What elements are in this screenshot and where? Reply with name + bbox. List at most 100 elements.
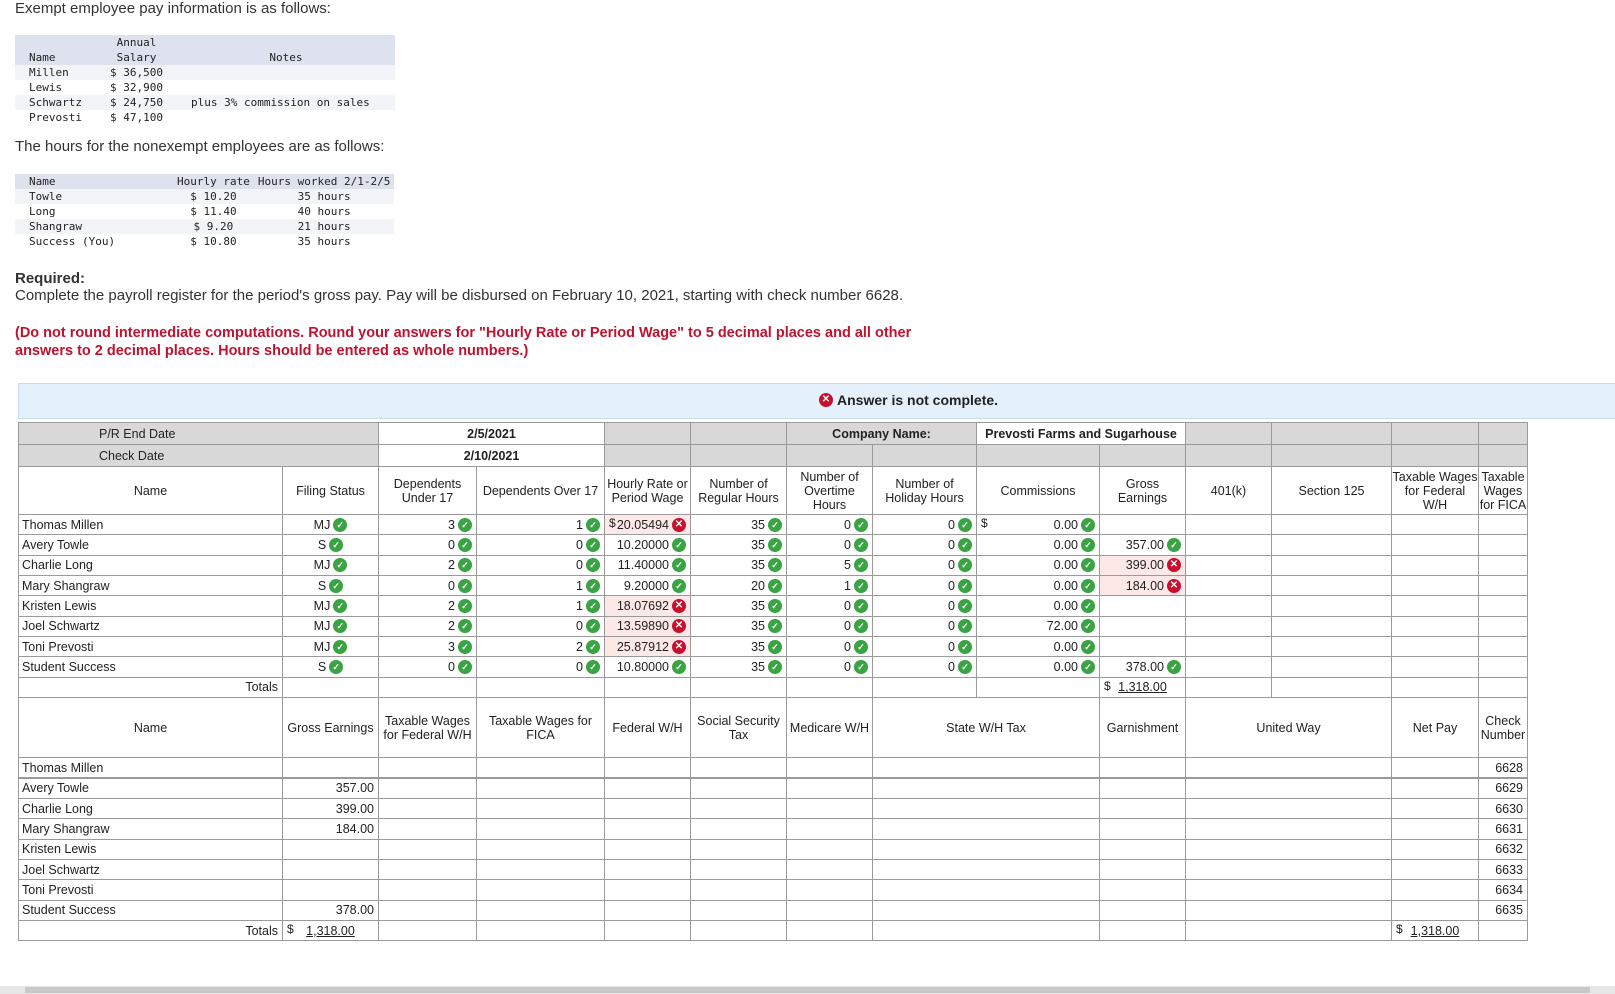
register-input[interactable] <box>1099 777 1186 799</box>
register-input[interactable] <box>690 838 787 860</box>
register-input[interactable] <box>1185 595 1272 617</box>
overtime-hours-input[interactable]: 0 ✓ <box>786 595 873 617</box>
register-input[interactable] <box>872 899 1100 921</box>
register-input[interactable] <box>604 777 691 799</box>
register-input[interactable] <box>872 818 1100 840</box>
register-input[interactable] <box>1478 595 1528 617</box>
dependents-under-17-input[interactable]: 3 ✓ <box>378 514 477 536</box>
holiday-hours-input[interactable]: 0 ✓ <box>872 636 977 658</box>
overtime-hours-input[interactable]: 0 ✓ <box>786 514 873 536</box>
register-input[interactable] <box>1391 757 1479 779</box>
register-input[interactable] <box>1478 534 1528 556</box>
register-input[interactable] <box>786 899 873 921</box>
register-input[interactable] <box>604 879 691 901</box>
register-input[interactable] <box>1478 554 1528 577</box>
register-input[interactable] <box>604 838 691 860</box>
regular-hours-input[interactable]: 35 ✓ <box>690 636 787 658</box>
register-input[interactable] <box>1099 858 1186 881</box>
register-input[interactable] <box>378 757 477 779</box>
commissions-input[interactable]: 0.00 ✓ <box>976 575 1100 597</box>
holiday-hours-input[interactable]: 0 ✓ <box>872 656 977 678</box>
check-date-value[interactable]: 2/10/2021 <box>378 444 605 467</box>
register-input[interactable] <box>690 777 787 799</box>
register-input[interactable] <box>1185 636 1272 658</box>
register-input[interactable] <box>1391 818 1479 840</box>
register-input[interactable] <box>1099 899 1186 921</box>
hourly-rate-input[interactable]: 11.40000 ✓ <box>604 554 691 577</box>
register-input[interactable] <box>378 777 477 799</box>
register-input[interactable] <box>476 797 605 820</box>
overtime-hours-input[interactable]: 0 ✓ <box>786 656 873 678</box>
gross-earnings-input[interactable]: 399.00 ✕ <box>1099 554 1186 577</box>
register-input[interactable] <box>604 757 691 779</box>
hourly-rate-input[interactable]: 25.87912 ✕ <box>604 636 691 658</box>
register-input[interactable] <box>1478 615 1528 638</box>
register-input[interactable] <box>1391 777 1479 799</box>
register-input[interactable] <box>1391 615 1479 638</box>
register-input[interactable] <box>1271 554 1392 577</box>
register-input[interactable] <box>690 797 787 820</box>
register-input[interactable] <box>1185 554 1272 577</box>
overtime-hours-input[interactable]: 0 ✓ <box>786 534 873 556</box>
register-input[interactable] <box>1391 899 1479 921</box>
register-input[interactable] <box>872 777 1100 799</box>
dependents-over-17-input[interactable]: 2 ✓ <box>476 636 605 658</box>
register-input[interactable] <box>476 879 605 901</box>
commissions-input[interactable]: 72.00 ✓ <box>976 615 1100 638</box>
register-input[interactable] <box>1185 879 1392 901</box>
hourly-rate-input[interactable]: 13.59890 ✕ <box>604 615 691 638</box>
register-input[interactable] <box>378 879 477 901</box>
register-input[interactable] <box>378 838 477 860</box>
register-input[interactable] <box>872 838 1100 860</box>
register-input[interactable] <box>1391 595 1479 617</box>
register-input[interactable] <box>690 858 787 881</box>
dependents-over-17-input[interactable]: 0 ✓ <box>476 534 605 556</box>
dependents-under-17-input[interactable]: 3 ✓ <box>378 636 477 658</box>
register-input[interactable] <box>1391 858 1479 881</box>
register-input[interactable] <box>786 797 873 820</box>
commissions-input[interactable]: 0.00 ✓ <box>976 534 1100 556</box>
register-input[interactable] <box>1185 797 1392 820</box>
commissions-input[interactable]: 0.00 ✓ <box>976 554 1100 577</box>
register-input[interactable] <box>1185 575 1272 597</box>
overtime-hours-input[interactable]: 1 ✓ <box>786 575 873 597</box>
overtime-hours-input[interactable]: 0 ✓ <box>786 615 873 638</box>
filing-status-input[interactable]: MJ ✓ <box>282 554 379 577</box>
dependents-over-17-input[interactable]: 0 ✓ <box>476 656 605 678</box>
register-input[interactable] <box>786 818 873 840</box>
gross-earnings-input[interactable] <box>1099 514 1186 536</box>
register-input[interactable] <box>872 858 1100 881</box>
register-input[interactable] <box>1099 838 1186 860</box>
company-name-value[interactable]: Prevosti Farms and Sugarhouse <box>976 422 1186 445</box>
dependents-under-17-input[interactable]: 2 ✓ <box>378 554 477 577</box>
register-input[interactable] <box>1271 534 1392 556</box>
regular-hours-input[interactable]: 20 ✓ <box>690 575 787 597</box>
register-input[interactable] <box>1185 534 1272 556</box>
register-input[interactable] <box>690 818 787 840</box>
register-input[interactable] <box>1185 514 1272 536</box>
holiday-hours-input[interactable]: 0 ✓ <box>872 615 977 638</box>
hourly-rate-input[interactable]: 9.20000 ✓ <box>604 575 691 597</box>
register-input[interactable] <box>786 879 873 901</box>
register-input[interactable] <box>1271 595 1392 617</box>
register-input[interactable] <box>604 858 691 881</box>
register-input[interactable] <box>1478 575 1528 597</box>
register-input[interactable] <box>378 797 477 820</box>
register-input[interactable] <box>378 899 477 921</box>
regular-hours-input[interactable]: 35 ✓ <box>690 514 787 536</box>
holiday-hours-input[interactable]: 0 ✓ <box>872 534 977 556</box>
dependents-under-17-input[interactable]: 2 ✓ <box>378 615 477 638</box>
register-input[interactable] <box>872 797 1100 820</box>
register-input[interactable] <box>1478 514 1528 536</box>
scrollbar-thumb[interactable] <box>25 987 1590 993</box>
dependents-over-17-input[interactable]: 0 ✓ <box>476 615 605 638</box>
register-input[interactable] <box>1391 879 1479 901</box>
gross-earnings-input[interactable] <box>1099 595 1186 617</box>
register-input[interactable] <box>1391 797 1479 820</box>
register-input[interactable] <box>1185 777 1392 799</box>
overtime-hours-input[interactable]: 0 ✓ <box>786 636 873 658</box>
register-input[interactable] <box>1478 636 1528 658</box>
register-input[interactable] <box>1099 818 1186 840</box>
dependents-under-17-input[interactable]: 0 ✓ <box>378 534 477 556</box>
register-input[interactable] <box>872 879 1100 901</box>
